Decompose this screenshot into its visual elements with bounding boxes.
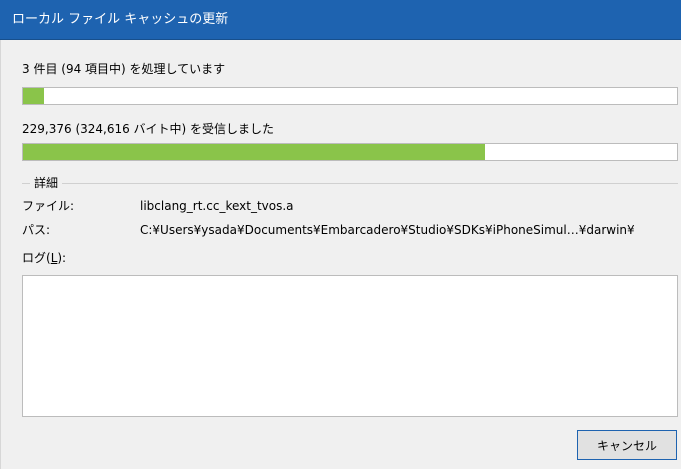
items-progress-bar [22,87,678,105]
path-label: パス: [22,223,51,237]
path-value: C:¥Users¥ysada¥Documents¥Embarcadero¥Stu… [140,223,635,237]
file-label: ファイル: [22,199,75,213]
window-border [0,40,1,469]
bytes-progress-fill [23,144,486,160]
log-label: ログ(L): [22,250,66,266]
cancel-button[interactable]: キャンセル [577,430,677,460]
details-group: 詳細 ファイル: libclang_rt.cc_kext_tvos.a パス: C:… [22,175,678,241]
path-row: パス: C:¥Users¥ysada¥Documents¥Embarcadero¥… [22,222,635,238]
log-textbox[interactable] [22,275,678,417]
file-value: libclang_rt.cc_kext_tvos.a [140,199,294,213]
items-progress-fill [23,88,44,104]
items-status-text: 3 件目 (94 項目中) を処理しています [22,62,226,76]
details-legend: 詳細 [30,175,63,191]
window-title: ローカル ファイル キャッシュの更新 [12,12,229,27]
bytes-status-text: 229,376 (324,616 バイト中) を受信しました [22,122,275,136]
file-row: ファイル: libclang_rt.cc_kext_tvos.a [22,198,294,214]
window-titlebar[interactable]: ローカル ファイル キャッシュの更新 [0,0,681,40]
log-label-suffix: ): [57,251,67,265]
bytes-progress-bar [22,143,678,161]
log-label-prefix: ログ( [22,251,51,265]
